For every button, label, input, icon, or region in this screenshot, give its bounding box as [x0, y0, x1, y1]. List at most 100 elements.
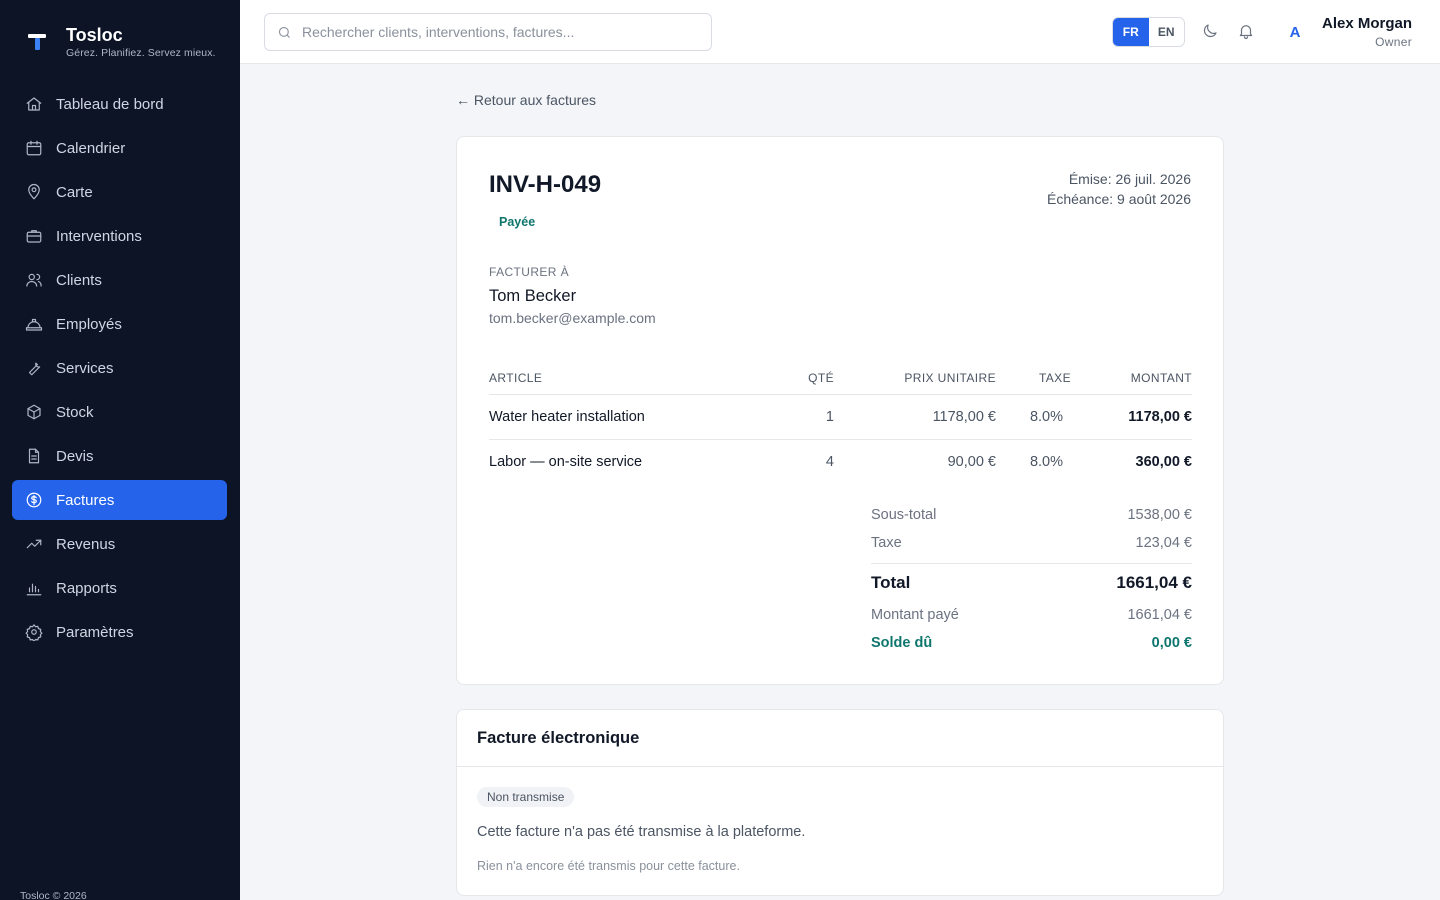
- client-email: tom.becker@example.com: [489, 310, 656, 326]
- search-input[interactable]: [302, 24, 702, 40]
- item-unit-price: 1178,00 €: [834, 394, 996, 440]
- invoice-dates: Émise: 26 juil. 2026 Échéance: 9 août 20…: [1047, 169, 1191, 209]
- gear-icon: [24, 622, 44, 642]
- column-header: QTÉ: [774, 362, 834, 395]
- invoice-totals: Sous-total 1538,00 € Taxe 123,04 € Total…: [871, 501, 1192, 657]
- invoice-number: INV-H-049: [489, 171, 602, 198]
- brand[interactable]: Tosloc Gérez. Planifiez. Servez mieux.: [26, 24, 216, 59]
- user-role: Owner: [1375, 35, 1412, 49]
- brand-tagline: Gérez. Planifiez. Servez mieux.: [66, 47, 216, 59]
- item-tax: 8.0%: [1029, 453, 1063, 470]
- balance-due-row: Solde dû 0,00 €: [871, 629, 1192, 657]
- invoice-card: INV-H-049 Payée Émise: 26 juil. 2026 Éch…: [456, 136, 1224, 685]
- column-header: MONTANT: [1071, 362, 1192, 395]
- sidebar-item-dashboard[interactable]: Tableau de bord: [12, 84, 227, 124]
- box-icon: [24, 402, 44, 422]
- column-header: PRIX UNITAIRE: [834, 362, 996, 395]
- sidebar-item-invoices[interactable]: Factures: [12, 480, 227, 520]
- brand-logo-icon: [28, 34, 46, 50]
- status-badge: Payée: [499, 215, 536, 229]
- sidebar-item-label: Services: [56, 359, 114, 377]
- sidebar-item-label: Revenus: [56, 535, 116, 553]
- e-invoice-subtext: Rien n'a encore été transmis pour cette …: [477, 859, 740, 873]
- search-icon: [278, 26, 290, 38]
- users-icon: [24, 270, 44, 290]
- sidebar-item-label: Tableau de bord: [56, 95, 164, 113]
- brand-name: Tosloc: [66, 25, 123, 45]
- calendar-icon: [24, 138, 44, 158]
- file-icon: [24, 446, 44, 466]
- item-unit-price: 90,00 €: [947, 453, 996, 470]
- sidebar-footer: Tosloc © 2026: [20, 890, 87, 900]
- e-invoice-status-badge: Non transmise: [477, 787, 575, 807]
- bar-chart-icon: [24, 578, 44, 598]
- tax-value: 123,04 €: [1135, 535, 1192, 551]
- subtotal-row: Sous-total 1538,00 €: [871, 501, 1192, 529]
- item-amount: 360,00 €: [1135, 453, 1192, 470]
- wrench-icon: [24, 358, 44, 378]
- sidebar-item-revenue[interactable]: Revenus: [12, 524, 227, 564]
- sidebar-item-reports[interactable]: Rapports: [12, 568, 227, 608]
- paid-label: Montant payé: [871, 607, 959, 623]
- lang-fr-button[interactable]: FR: [1113, 18, 1149, 46]
- home-icon: [24, 94, 44, 114]
- moon-icon[interactable]: [1200, 21, 1220, 41]
- search-box[interactable]: [264, 13, 712, 51]
- sidebar-item-services[interactable]: Services: [12, 348, 227, 388]
- sidebar-item-label: Rapports: [56, 579, 117, 597]
- sidebar-item-stock[interactable]: Stock: [12, 392, 227, 432]
- bell-icon[interactable]: [1236, 21, 1256, 41]
- sidebar-item-label: Paramètres: [56, 623, 134, 641]
- client-name: Tom Becker: [489, 287, 577, 305]
- item-article: Water heater installation: [489, 394, 774, 440]
- issued-date: Émise: 26 juil. 2026: [1068, 171, 1191, 187]
- sidebar-item-interventions[interactable]: Interventions: [12, 216, 227, 256]
- sidebar-item-label: Carte: [56, 183, 93, 201]
- item-tax: 8.0%: [996, 394, 1071, 440]
- item-amount: 1178,00 €: [1071, 394, 1192, 440]
- tax-row: Taxe 123,04 €: [871, 529, 1192, 557]
- user-name: Alex Morgan: [1321, 15, 1412, 32]
- sidebar-nav: Tableau de bord Calendrier Carte Interve…: [12, 84, 227, 656]
- user-menu[interactable]: Alex Morgan Owner: [1322, 15, 1412, 49]
- table-header-row: ARTICLE QTÉ PRIX UNITAIRE TAXE MONTANT: [489, 362, 1192, 395]
- e-invoice-title: Facture électronique: [457, 710, 1223, 767]
- hard-hat-icon: [24, 314, 44, 334]
- total-label: Total: [871, 572, 911, 592]
- balance-due-value: 0,00 €: [1151, 635, 1192, 651]
- item-article: Labor — on-site service: [489, 453, 643, 470]
- back-to-invoices-link[interactable]: ← Retour aux factures: [456, 92, 596, 108]
- sidebar-item-calendar[interactable]: Calendrier: [12, 128, 227, 168]
- dollar-circle-icon: [24, 490, 44, 510]
- sidebar-item-map[interactable]: Carte: [12, 172, 227, 212]
- balance-due-label: Solde dû: [871, 635, 933, 651]
- sidebar-item-employees[interactable]: Employés: [12, 304, 227, 344]
- lang-en-button[interactable]: EN: [1149, 18, 1185, 46]
- briefcase-icon: [24, 226, 44, 246]
- sidebar-item-label: Stock: [56, 403, 94, 421]
- sidebar-item-quotes[interactable]: Devis: [12, 436, 227, 476]
- paid-row: Montant payé 1661,04 €: [871, 601, 1192, 629]
- avatar[interactable]: A: [1285, 21, 1305, 43]
- sidebar-item-label: Interventions: [56, 227, 142, 245]
- due-date: Échéance: 9 août 2026: [1046, 191, 1191, 207]
- tax-label: Taxe: [871, 535, 902, 551]
- sidebar-item-label: Calendrier: [56, 139, 126, 157]
- sidebar-item-settings[interactable]: Paramètres: [12, 612, 227, 652]
- column-header: ARTICLE: [489, 362, 774, 395]
- total-value: 1661,04 €: [1116, 572, 1192, 592]
- table-row: Labor — on-site service 4 90,00 € 8.0% 3…: [489, 439, 1192, 484]
- sidebar-item-clients[interactable]: Clients: [12, 260, 227, 300]
- trending-up-icon: [24, 534, 44, 554]
- paid-value: 1661,04 €: [1127, 607, 1192, 623]
- subtotal-label: Sous-total: [871, 507, 937, 523]
- total-row: Total 1661,04 €: [871, 563, 1192, 601]
- topbar: FR EN A Alex Morgan Owner: [240, 0, 1440, 64]
- sidebar-item-label: Employés: [56, 315, 122, 333]
- sidebar-item-label: Devis: [56, 447, 94, 465]
- table-row: Water heater installation 1 1178,00 € 8.…: [489, 394, 1192, 440]
- invoice-items-table: ARTICLE QTÉ PRIX UNITAIRE TAXE MONTANT W…: [489, 362, 1192, 484]
- sidebar-item-label: Clients: [56, 271, 102, 289]
- map-pin-icon: [24, 182, 44, 202]
- item-qty: 1: [774, 394, 834, 440]
